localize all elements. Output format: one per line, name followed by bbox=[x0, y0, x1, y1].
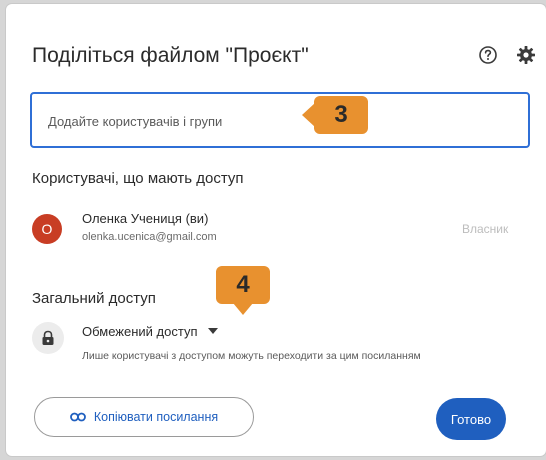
lock-icon-container bbox=[32, 322, 64, 354]
link-icon bbox=[69, 412, 86, 422]
caret-down-icon bbox=[207, 328, 218, 334]
general-access-value: Обмежений доступ bbox=[82, 323, 198, 339]
avatar: О bbox=[32, 214, 62, 244]
add-people-field[interactable] bbox=[30, 92, 530, 148]
done-button[interactable]: Готово bbox=[436, 398, 506, 440]
share-dialog: Поділіться файлом "Проєкт" 3 Користувачі… bbox=[6, 4, 546, 456]
lock-icon bbox=[42, 330, 54, 345]
general-access-heading: Загальний доступ bbox=[32, 290, 156, 307]
general-access-dropdown[interactable]: Обмежений доступ bbox=[82, 322, 218, 340]
user-role: Власник bbox=[462, 222, 509, 236]
user-name: Оленка Учениця (ви) bbox=[82, 211, 209, 226]
users-with-access-heading: Користувачі, що мають доступ bbox=[32, 170, 244, 187]
general-access-description: Лише користувачі з доступом можуть перех… bbox=[82, 350, 421, 362]
step-badge-3: 3 bbox=[302, 96, 368, 134]
user-email: olenka.ucenica@gmail.com bbox=[82, 231, 217, 243]
dialog-title: Поділіться файлом "Проєкт" bbox=[32, 44, 309, 67]
copy-link-label: Копіювати посилання bbox=[93, 410, 219, 424]
copy-link-button[interactable]: Копіювати посилання bbox=[34, 397, 254, 437]
step-badge-4: 4 bbox=[216, 266, 270, 315]
add-people-input[interactable] bbox=[46, 108, 520, 134]
gear-icon[interactable] bbox=[516, 45, 536, 65]
help-circle-icon[interactable] bbox=[478, 45, 498, 65]
